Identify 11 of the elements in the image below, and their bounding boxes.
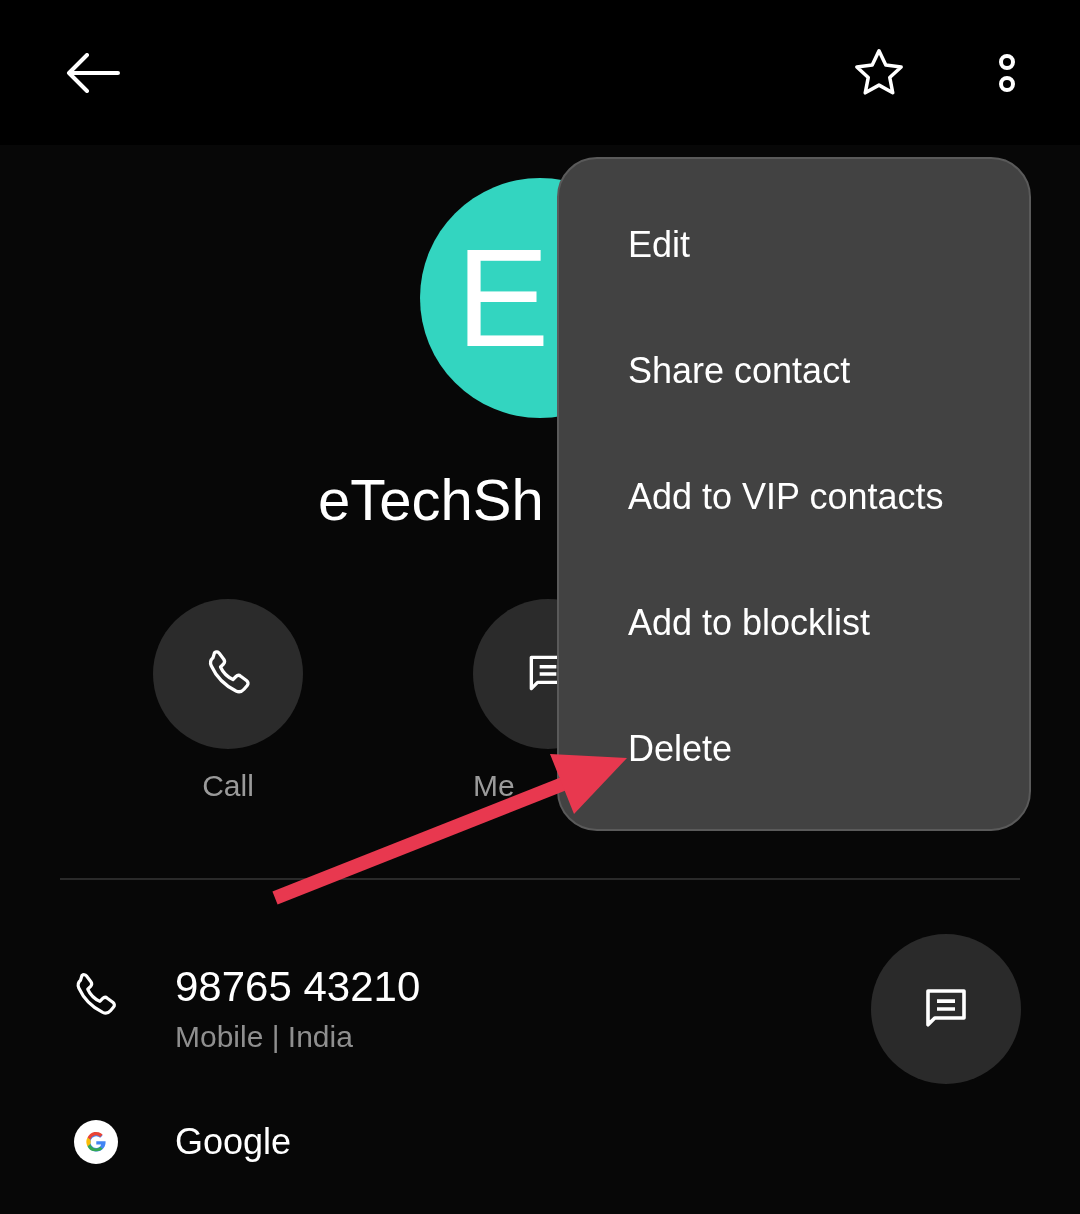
back-icon[interactable] bbox=[66, 52, 120, 93]
menu-item[interactable]: Add to VIP contacts bbox=[559, 434, 1029, 560]
google-icon bbox=[74, 1120, 118, 1164]
action-label: Me bbox=[473, 769, 515, 803]
contact-name: eTechSh bbox=[318, 467, 544, 532]
action-label: Call bbox=[202, 769, 254, 803]
menu-item[interactable]: Delete bbox=[559, 686, 1029, 812]
menu-item[interactable]: Add to blocklist bbox=[559, 560, 1029, 686]
account-name: Google bbox=[175, 1120, 292, 1164]
phone-number[interactable]: 98765 43210 bbox=[175, 963, 421, 1011]
phone-type: Mobile | India bbox=[175, 1019, 354, 1055]
